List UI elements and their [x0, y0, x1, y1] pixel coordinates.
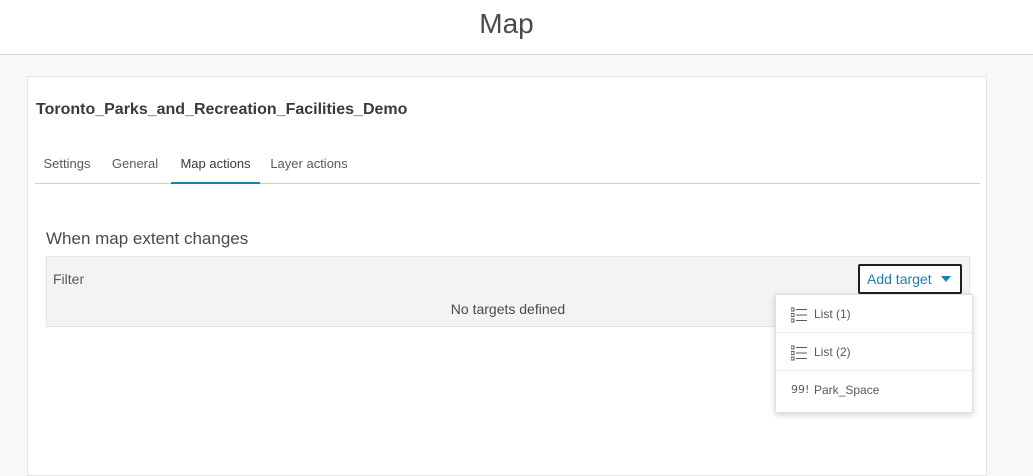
- dropdown-item-label: Park_Space: [814, 383, 880, 397]
- tab-layer-actions[interactable]: Layer actions: [268, 146, 350, 184]
- dropdown-item-label: List (1): [814, 307, 851, 321]
- add-target-dropdown: List (1) List (2) 99! Park_Space: [775, 294, 973, 413]
- caret-down-icon: [941, 276, 951, 282]
- quote-icon: 99!: [791, 383, 810, 396]
- page-header: Map: [0, 0, 1033, 55]
- section-title: When map extent changes: [46, 229, 249, 248]
- add-target-button[interactable]: Add target: [858, 264, 962, 294]
- tab-map-actions[interactable]: Map actions: [171, 146, 260, 184]
- page-title: Map: [479, 8, 534, 39]
- dropdown-item-label: List (2): [814, 345, 851, 359]
- tab-bar: Settings General Map actions Layer actio…: [35, 146, 980, 184]
- list-icon: [791, 345, 807, 361]
- tab-settings[interactable]: Settings: [35, 146, 99, 184]
- filter-label: Filter: [53, 271, 85, 287]
- dropdown-item-park-space[interactable]: 99! Park_Space: [776, 371, 972, 409]
- settings-panel: Toronto_Parks_and_Recreation_Facilities_…: [27, 76, 987, 476]
- tab-general[interactable]: General: [106, 146, 164, 184]
- item-title: Toronto_Parks_and_Recreation_Facilities_…: [36, 101, 408, 118]
- list-icon: [791, 307, 807, 323]
- dropdown-item-list-2[interactable]: List (2): [776, 333, 972, 371]
- add-target-label: Add target: [867, 271, 932, 287]
- dropdown-item-list-1[interactable]: List (1): [776, 295, 972, 333]
